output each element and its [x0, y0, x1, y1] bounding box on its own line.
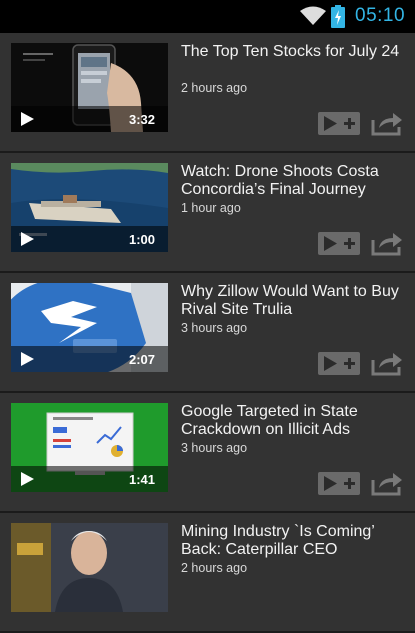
- video-feed[interactable]: 3:32 The Top Ten Stocks for July 24 2 ho…: [0, 33, 415, 633]
- video-title[interactable]: Watch: Drone Shoots Costa Concordia’s Fi…: [181, 163, 406, 199]
- video-duration: 2:07: [128, 352, 155, 367]
- play-icon[interactable]: [21, 112, 34, 126]
- video-age: 3 hours ago: [181, 441, 248, 455]
- video-age: 1 hour ago: [181, 201, 241, 215]
- video-list-item[interactable]: 2:07 Why Zillow Would Want to Buy Rival …: [0, 273, 415, 393]
- share-icon[interactable]: [371, 230, 403, 256]
- battery-charging-icon: [331, 5, 345, 28]
- video-list-item[interactable]: 3:32 The Top Ten Stocks for July 24 2 ho…: [0, 33, 415, 153]
- play-icon[interactable]: [21, 352, 34, 366]
- share-icon[interactable]: [371, 350, 403, 376]
- video-title[interactable]: The Top Ten Stocks for July 24: [181, 43, 406, 61]
- video-duration: 3:32: [128, 112, 155, 127]
- video-age: 2 hours ago: [181, 81, 248, 95]
- add-to-playlist-icon[interactable]: [318, 472, 360, 495]
- video-age: 2 hours ago: [181, 561, 248, 575]
- video-list-item[interactable]: Mining Industry `Is Coming’ Back: Caterp…: [0, 513, 415, 633]
- clock: 05:10: [355, 5, 406, 26]
- video-title[interactable]: Mining Industry `Is Coming’ Back: Caterp…: [181, 523, 406, 559]
- share-icon[interactable]: [371, 470, 403, 496]
- video-thumbnail[interactable]: 1:00: [11, 163, 168, 252]
- video-title[interactable]: Google Targeted in State Crackdown on Il…: [181, 403, 406, 439]
- add-to-playlist-icon[interactable]: [318, 232, 360, 255]
- video-thumbnail[interactable]: 3:32: [11, 43, 168, 132]
- video-duration: 1:00: [128, 232, 155, 247]
- video-thumbnail[interactable]: [11, 523, 168, 612]
- play-icon[interactable]: [21, 232, 34, 246]
- video-list-item[interactable]: 1:00 Watch: Drone Shoots Costa Concordia…: [0, 153, 415, 273]
- video-thumbnail[interactable]: 2:07: [11, 283, 168, 372]
- video-age: 3 hours ago: [181, 321, 248, 335]
- video-title[interactable]: Why Zillow Would Want to Buy Rival Site …: [181, 283, 406, 319]
- video-duration: 1:41: [128, 472, 155, 487]
- share-icon[interactable]: [371, 110, 403, 136]
- add-to-playlist-icon[interactable]: [318, 352, 360, 375]
- video-thumbnail[interactable]: 1:41: [11, 403, 168, 492]
- wifi-icon: [300, 6, 326, 25]
- add-to-playlist-icon[interactable]: [318, 112, 360, 135]
- ceo-portrait-thumbnail: [11, 523, 168, 612]
- video-list-item[interactable]: 1:41 Google Targeted in State Crackdown …: [0, 393, 415, 513]
- play-icon[interactable]: [21, 472, 34, 486]
- status-bar: 05:10: [0, 0, 415, 33]
